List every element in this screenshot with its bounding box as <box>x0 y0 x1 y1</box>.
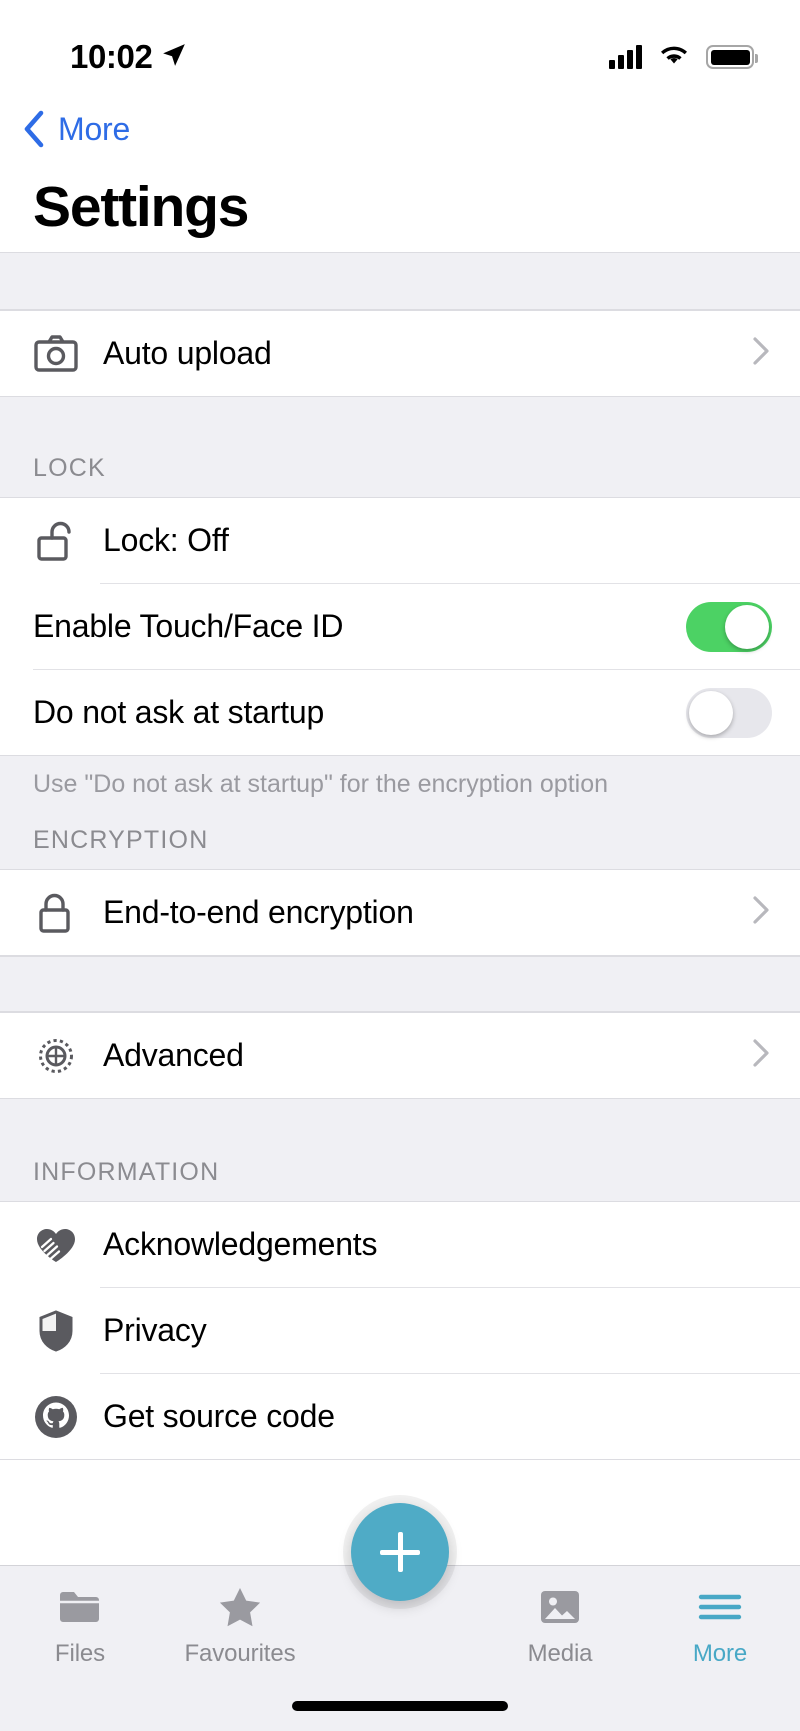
back-button-label: More <box>58 111 130 148</box>
tab-label: Media <box>528 1640 593 1668</box>
back-button[interactable]: More <box>0 92 800 152</box>
shield-icon <box>33 1309 85 1353</box>
group-information: Acknowledgements Privacy <box>0 1201 800 1460</box>
row-label: Do not ask at startup <box>33 694 686 731</box>
section-footer-lock: Use "Do not ask at startup" for the encr… <box>0 756 800 809</box>
battery-full-icon <box>706 45 754 69</box>
status-bar: 10:02 <box>0 0 800 92</box>
section-header-encryption: ENCRYPTION <box>0 809 800 869</box>
row-label: Lock: Off <box>103 522 800 559</box>
section-header-lock: LOCK <box>0 397 800 497</box>
chevron-right-icon <box>752 895 770 930</box>
github-icon <box>33 1394 85 1440</box>
star-icon <box>217 1584 263 1630</box>
handshake-heart-icon <box>33 1224 85 1266</box>
image-icon <box>538 1584 582 1630</box>
row-label: Auto upload <box>103 335 752 372</box>
chevron-right-icon <box>752 336 770 371</box>
tab-more[interactable]: More <box>640 1584 800 1668</box>
unlock-icon <box>33 519 85 563</box>
camera-icon <box>33 334 85 374</box>
tab-label: Favourites <box>184 1640 295 1668</box>
row-label: Acknowledgements <box>103 1226 800 1263</box>
status-bar-left: 10:02 <box>70 38 187 76</box>
section-spacer-top <box>0 252 800 310</box>
row-lock-state[interactable]: Lock: Off <box>0 498 800 583</box>
row-label: Enable Touch/Face ID <box>33 608 686 645</box>
row-privacy[interactable]: Privacy <box>0 1288 800 1373</box>
row-label: Privacy <box>103 1312 800 1349</box>
row-acknowledgements[interactable]: Acknowledgements <box>0 1202 800 1287</box>
tab-media[interactable]: Media <box>480 1584 640 1668</box>
settings-screen: 10:02 More Settings <box>0 0 800 1731</box>
row-label: Advanced <box>103 1037 752 1074</box>
tab-label: More <box>693 1640 747 1668</box>
folder-icon <box>57 1584 103 1630</box>
row-do-not-ask[interactable]: Do not ask at startup <box>0 670 800 755</box>
tab-favourites[interactable]: Favourites <box>160 1584 320 1668</box>
cellular-signal-icon <box>609 45 642 69</box>
row-advanced[interactable]: Advanced <box>0 1013 800 1098</box>
gear-icon <box>33 1033 85 1079</box>
touch-face-id-toggle[interactable] <box>686 602 772 652</box>
chevron-right-icon <box>752 1038 770 1073</box>
wifi-icon <box>658 43 690 72</box>
section-header-information: INFORMATION <box>0 1099 800 1201</box>
status-bar-right <box>609 43 754 72</box>
add-button[interactable] <box>351 1503 449 1601</box>
group-auto-upload: Auto upload <box>0 310 800 397</box>
tab-files[interactable]: Files <box>0 1584 160 1668</box>
row-e2e-encryption[interactable]: End-to-end encryption <box>0 870 800 955</box>
hamburger-icon <box>697 1584 743 1630</box>
row-source-code[interactable]: Get source code <box>0 1374 800 1459</box>
home-indicator <box>292 1701 508 1711</box>
group-lock: Lock: Off Enable Touch/Face ID Do not as… <box>0 497 800 756</box>
status-time: 10:02 <box>70 38 152 76</box>
group-advanced: Advanced <box>0 1012 800 1099</box>
row-label: Get source code <box>103 1398 800 1435</box>
location-arrow-icon <box>161 42 187 73</box>
section-spacer-advanced <box>0 956 800 1012</box>
lock-icon <box>33 891 85 935</box>
do-not-ask-toggle[interactable] <box>686 688 772 738</box>
tab-label: Files <box>55 1640 105 1668</box>
row-auto-upload[interactable]: Auto upload <box>0 311 800 396</box>
row-touch-face-id[interactable]: Enable Touch/Face ID <box>0 584 800 669</box>
chevron-left-icon <box>22 109 46 149</box>
page-title: Settings <box>0 152 800 252</box>
row-label: End-to-end encryption <box>103 894 752 931</box>
group-encryption: End-to-end encryption <box>0 869 800 956</box>
